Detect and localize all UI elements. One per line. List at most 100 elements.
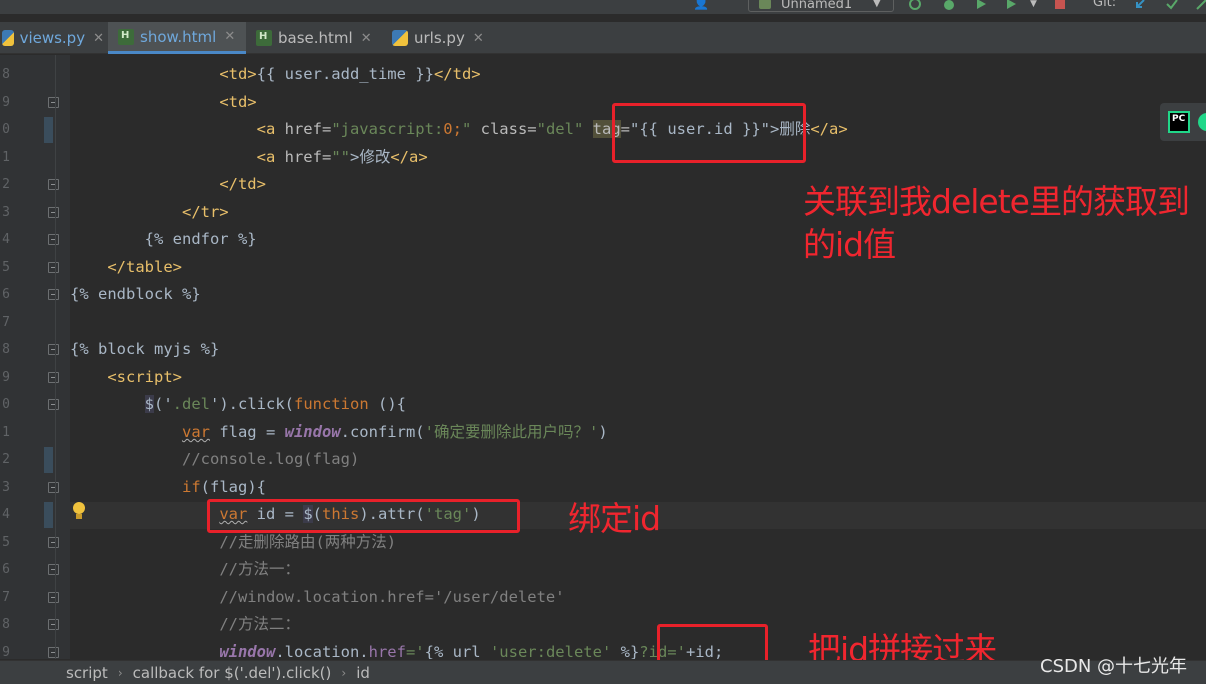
chevron-right-icon: › [117,665,123,680]
fold-toggle-icon[interactable] [48,537,59,548]
line-number: 3 [2,480,10,495]
tab-urls-py[interactable]: urls.py ✕ [390,22,490,54]
code-line: {% block myjs %} [70,340,220,358]
line-number: 6 [2,287,10,302]
change-marker[interactable] [44,447,53,473]
bulb-glass [73,502,85,514]
code-line: //方法二： [219,615,300,633]
close-icon[interactable]: ✕ [93,31,104,46]
chrome-icon[interactable] [1198,113,1206,131]
line-number: 2 [2,452,10,467]
line-number: 5 [2,535,10,550]
python-config-icon [759,0,771,9]
annotation-box-bind [207,499,520,533]
close-icon[interactable]: ✕ [224,29,235,44]
code-line: <a href="">修改</a> [256,148,428,166]
fold-toggle-icon[interactable] [48,234,59,245]
fold-toggle-icon[interactable] [48,647,59,658]
code-line: {% endfor %} [144,230,257,248]
fold-toggle-icon[interactable] [48,564,59,575]
fold-toggle-icon[interactable] [48,592,59,603]
tab-label: show.html [140,27,217,46]
python-file-icon [2,30,14,46]
stop-icon[interactable] [1053,0,1067,11]
line-number: 1 [2,425,10,440]
code-line: //console.log(flag) [181,450,360,468]
python-file-icon [392,30,408,46]
profile-icon[interactable] [1004,0,1018,11]
fold-toggle-icon[interactable] [48,482,59,493]
line-number: 8 [2,617,10,632]
code-line: </td> [219,175,266,193]
code-line: </table> [107,258,182,276]
line-number: 4 [2,232,10,247]
code-line: </tr> [181,203,229,221]
code-line: window.location.href='{% url 'user:delet… [219,643,724,659]
line-number: 2 [2,177,10,192]
close-icon[interactable]: ✕ [473,31,484,46]
code-line: //方法一： [219,560,300,578]
annotation-note: 关联到我delete里的获取到 [803,182,1190,221]
chevron-down-icon[interactable]: ▼ [1030,0,1037,12]
code-line: <script> [107,368,182,386]
editor-tab-bar: views.py ✕ show.html ✕ base.html ✕ urls.… [0,22,1206,54]
code-line: $('.del').click(function (){ [144,395,406,413]
breadcrumb-item[interactable]: id [356,664,370,682]
fold-toggle-icon[interactable] [48,289,59,300]
fold-toggle-icon[interactable] [48,344,59,355]
line-number: 5 [2,260,10,275]
tab-show-html[interactable]: show.html ✕ [108,22,246,54]
annotation-note: 绑定id [568,499,661,538]
coverage-icon[interactable] [974,0,988,11]
pycharm-icon[interactable] [1168,111,1190,133]
chevron-right-icon: › [341,665,347,680]
code-line: <td> [219,93,257,111]
line-number: 7 [2,315,10,330]
code-line: var flag = window.confirm('确定要删除此用户吗？') [181,423,608,441]
fold-toggle-icon[interactable] [48,97,59,108]
breadcrumb-item[interactable]: script [66,664,108,682]
tab-views-py[interactable]: views.py ✕ [0,22,104,54]
git-label: Git: [1093,0,1117,10]
line-number: 9 [2,95,10,110]
annotation-note: 的id值 [803,225,896,264]
git-update-icon[interactable] [1133,0,1147,11]
line-number: 8 [2,67,10,82]
tab-label: urls.py [414,29,465,47]
change-marker[interactable] [44,502,53,528]
editor-gutter: 8 9 0 1 2 3 4 5 6 7 8 9 0 1 2 3 4 5 6 7 … [0,55,70,660]
annotation-box-tag [612,103,806,163]
browser-preview-popup[interactable] [1160,103,1206,141]
bulb-base [76,514,82,519]
line-number: 0 [2,397,10,412]
fold-toggle-icon[interactable] [48,399,59,410]
fold-toggle-icon[interactable] [48,372,59,383]
tab-base-html[interactable]: base.html ✕ [254,22,384,54]
change-marker[interactable] [44,117,53,143]
close-icon[interactable]: ✕ [361,31,372,46]
line-number: 6 [2,562,10,577]
html-file-icon [256,30,272,46]
fold-toggle-icon[interactable] [48,207,59,218]
user-icon[interactable]: 👤 [693,0,709,12]
lightbulb-icon[interactable] [72,502,86,520]
tab-label: base.html [278,29,353,47]
code-line: //走删除路由(两种方法) [219,533,397,551]
watermark: CSDN @十七光年 [1040,656,1188,677]
git-commit-icon[interactable] [1165,0,1179,11]
chevron-down-icon: ▼ [873,0,881,9]
top-toolbar: 👤 Unnamed1 ▼ ▼ Git: [0,0,1206,14]
fold-toggle-icon[interactable] [48,262,59,273]
fold-toggle-icon[interactable] [48,179,59,190]
code-line: {% endblock %} [70,285,201,303]
breadcrumb: script › callback for $('.del').click() … [0,660,1206,684]
run-configuration-select[interactable]: Unnamed1 ▼ [748,0,894,12]
breadcrumb-item[interactable]: callback for $('.del').click() [133,664,332,682]
git-push-icon[interactable] [1195,0,1206,11]
debug-icon[interactable] [942,0,956,11]
fold-toggle-icon[interactable] [48,619,59,630]
line-number: 1 [2,150,10,165]
code-line: //window.location.href='/user/delete' [219,588,565,606]
rerun-icon[interactable] [908,0,922,11]
line-number: 8 [2,342,10,357]
